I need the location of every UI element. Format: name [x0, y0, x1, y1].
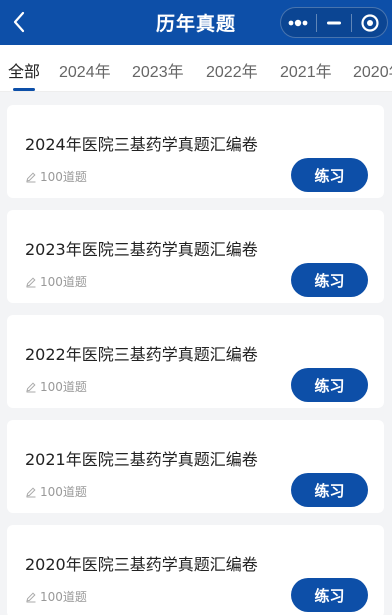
page-title: 历年真题	[155, 13, 236, 35]
exam-card[interactable]: 2022年医院三基药学真题汇编卷 100道题 练习	[7, 315, 384, 408]
tab-all[interactable]: 全部	[8, 58, 40, 82]
exam-title: 2022年医院三基药学真题汇编卷	[25, 345, 258, 364]
practice-button[interactable]: 练习	[291, 368, 368, 402]
pencil-icon	[26, 171, 36, 182]
question-count: 100道题	[25, 273, 87, 290]
exam-card[interactable]: 2020年医院三基药学真题汇编卷 100道题 练习	[7, 525, 384, 615]
exam-card[interactable]: 2023年医院三基药学真题汇编卷 100道题 练习	[7, 210, 384, 303]
active-tab-indicator	[13, 88, 35, 91]
question-count-text: 100道题	[40, 275, 87, 289]
nav-bar: 历年真题	[0, 0, 392, 45]
exam-card[interactable]: 2024年医院三基药学真题汇编卷 100道题 练习	[7, 105, 384, 198]
question-count-text: 100道题	[40, 590, 87, 604]
tab-2024[interactable]: 2024年	[59, 58, 111, 82]
pencil-icon	[26, 591, 36, 602]
more-dots-icon	[288, 19, 308, 26]
question-count: 100道题	[25, 588, 87, 605]
practice-button[interactable]: 练习	[291, 473, 368, 507]
pencil-icon	[26, 276, 36, 287]
question-count-text: 100道题	[40, 380, 87, 394]
tab-2023[interactable]: 2023年	[132, 58, 184, 82]
question-count-text: 100道题	[40, 170, 87, 184]
exam-card[interactable]: 2021年医院三基药学真题汇编卷 100道题 练习	[7, 420, 384, 513]
tab-2021[interactable]: 2021年	[280, 58, 332, 82]
exam-title: 2021年医院三基药学真题汇编卷	[25, 450, 258, 469]
tab-2022[interactable]: 2022年	[206, 58, 258, 82]
exam-title: 2020年医院三基药学真题汇编卷	[25, 555, 258, 574]
practice-button[interactable]: 练习	[291, 263, 368, 297]
back-button[interactable]	[6, 9, 32, 35]
minimize-button[interactable]	[317, 8, 352, 37]
practice-button[interactable]: 练习	[291, 578, 368, 612]
chevron-left-icon	[13, 11, 25, 33]
pencil-icon	[26, 486, 36, 497]
pencil-icon	[26, 381, 36, 392]
year-tabs: 全部 2024年 2023年 2022年 2021年 2020年	[0, 45, 392, 92]
exam-title: 2024年医院三基药学真题汇编卷	[25, 135, 258, 154]
tab-2020[interactable]: 2020年	[353, 58, 392, 82]
target-circle-icon	[361, 13, 379, 32]
question-count-text: 100道题	[40, 485, 87, 499]
close-button[interactable]	[352, 8, 387, 37]
minus-icon	[327, 21, 341, 24]
question-count: 100道题	[25, 378, 87, 395]
question-count: 100道题	[25, 483, 87, 500]
miniprogram-capsule	[280, 7, 388, 38]
more-button[interactable]	[281, 8, 316, 37]
question-count: 100道题	[25, 168, 87, 185]
practice-button[interactable]: 练习	[291, 158, 368, 192]
exam-title: 2023年医院三基药学真题汇编卷	[25, 240, 258, 259]
